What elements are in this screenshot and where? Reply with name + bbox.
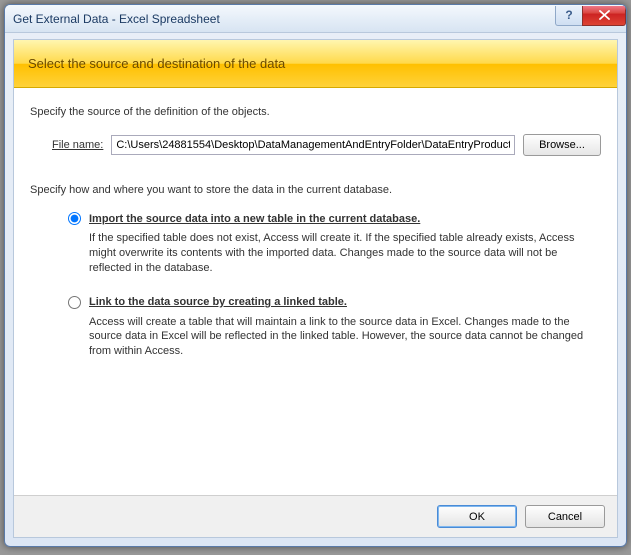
window-title: Get External Data - Excel Spreadsheet (13, 12, 556, 26)
option-import-radio[interactable] (68, 212, 81, 225)
source-prompt: Specify the source of the definition of … (30, 106, 601, 118)
option-link: Link to the data source by creating a li… (68, 296, 601, 360)
dialog-window: Get External Data - Excel Spreadsheet ? … (4, 4, 627, 547)
option-link-label: Link to the data source by creating a li… (89, 296, 347, 308)
titlebar-buttons: ? (556, 6, 626, 26)
close-button[interactable] (582, 6, 626, 26)
content-frame: Select the source and destination of the… (13, 39, 618, 538)
file-name-label: File name: (52, 139, 103, 151)
close-icon (599, 10, 610, 20)
option-import: Import the source data into a new table … (68, 212, 601, 276)
help-icon: ? (565, 8, 572, 22)
banner-title: Select the source and destination of the… (28, 56, 285, 71)
footer: OK Cancel (14, 495, 617, 537)
ok-button[interactable]: OK (437, 505, 517, 528)
option-link-radio[interactable] (68, 296, 81, 309)
option-import-label: Import the source data into a new table … (89, 213, 420, 225)
help-button[interactable]: ? (555, 6, 583, 26)
option-link-desc: Access will create a table that will mai… (89, 315, 601, 360)
option-import-head[interactable]: Import the source data into a new table … (68, 212, 601, 225)
cancel-button[interactable]: Cancel (525, 505, 605, 528)
option-link-head[interactable]: Link to the data source by creating a li… (68, 296, 601, 309)
store-prompt: Specify how and where you want to store … (30, 184, 601, 196)
browse-button[interactable]: Browse... (523, 134, 601, 156)
option-import-desc: If the specified table does not exist, A… (89, 231, 601, 276)
body-area: Specify the source of the definition of … (14, 88, 617, 495)
titlebar: Get External Data - Excel Spreadsheet ? (5, 5, 626, 33)
file-name-input[interactable] (111, 135, 515, 155)
file-row: File name: Browse... (52, 134, 601, 156)
banner: Select the source and destination of the… (14, 40, 617, 88)
